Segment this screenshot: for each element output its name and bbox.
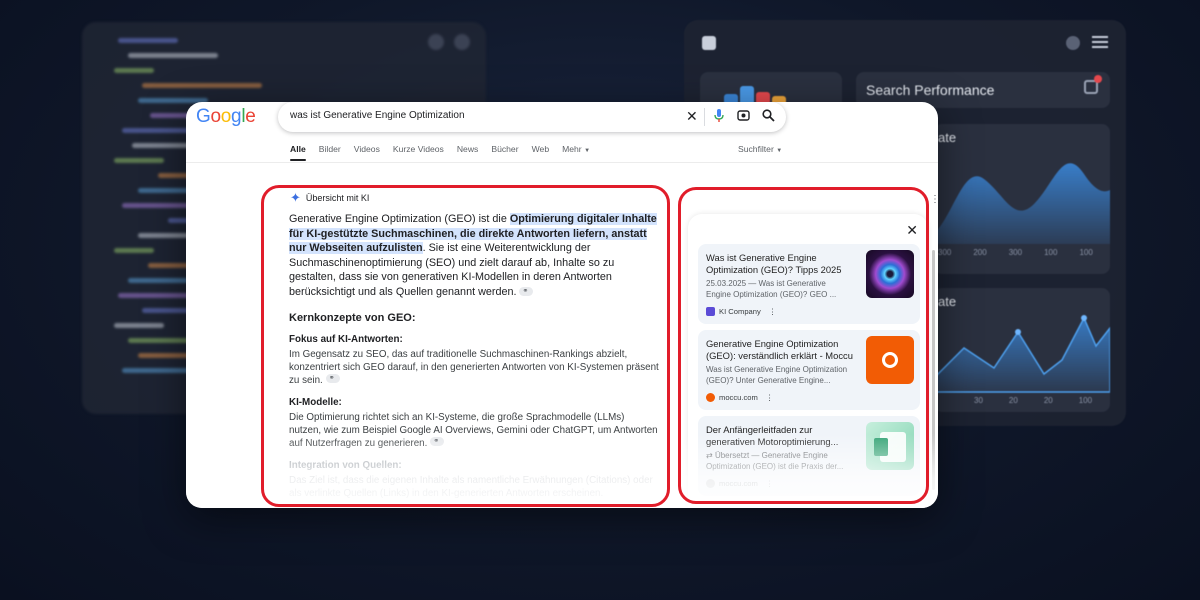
- chart-2-x-axis: 30 20 20 100: [974, 396, 1092, 405]
- camera-lens-icon[interactable]: [737, 109, 750, 125]
- code-line: [128, 53, 218, 58]
- axis-tick: 30: [974, 396, 983, 405]
- hamburger-menu-icon: [1092, 36, 1108, 48]
- logo-letter: g: [231, 106, 242, 127]
- axis-tick: 20: [1008, 396, 1018, 405]
- chevron-down-icon: ▼: [584, 148, 591, 154]
- code-line: [118, 38, 178, 43]
- editor-control-icon: [454, 34, 470, 50]
- tab-web[interactable]: Web: [532, 144, 550, 161]
- tab-all[interactable]: Alle: [290, 144, 306, 161]
- code-line: [132, 143, 192, 148]
- search-bar[interactable]: was ist Generative Engine Optimization ✕: [278, 102, 786, 132]
- search-input[interactable]: was ist Generative Engine Optimization: [290, 110, 465, 121]
- search-filter-button[interactable]: Suchfilter ▼: [738, 144, 782, 154]
- search-divider: [704, 108, 705, 126]
- logo-letter: e: [245, 106, 256, 127]
- area-chart-card-2: ate 30 20 20 100: [934, 288, 1110, 412]
- tab-short-videos[interactable]: Kurze Videos: [393, 144, 444, 161]
- sources-highlight-box: [678, 187, 929, 504]
- ai-overview-highlight-box: [261, 185, 670, 507]
- search-tabs: Alle Bilder Videos Kurze Videos News Büc…: [290, 144, 590, 161]
- code-line: [128, 278, 188, 283]
- code-line: [142, 83, 262, 88]
- axis-tick: 200: [973, 248, 987, 257]
- logo-letter: G: [196, 106, 211, 127]
- axis-tick: 300: [1008, 248, 1023, 257]
- logo-letter: o: [220, 106, 232, 127]
- area-chart-card-1: ate 300 200 300 100 100: [934, 124, 1110, 274]
- area-chart-2: [934, 315, 1110, 393]
- code-line: [122, 203, 192, 208]
- editor-window-controls: [428, 34, 470, 50]
- more-options-icon[interactable]: ⋮: [930, 194, 938, 205]
- tab-images[interactable]: Bilder: [319, 144, 341, 161]
- message-icon: [1084, 75, 1102, 94]
- axis-tick: 100: [1079, 248, 1093, 257]
- search-filter-label: Suchfilter: [738, 144, 774, 154]
- chart-1-x-axis: 300 200 300 100 100: [938, 248, 1093, 257]
- tab-more[interactable]: Mehr ▼: [562, 144, 590, 161]
- tabs-divider: [186, 162, 938, 163]
- search-icon[interactable]: [762, 109, 775, 125]
- chevron-down-icon: ▼: [776, 148, 783, 154]
- notification-icon: [1066, 36, 1080, 50]
- search-performance-title: Search Performance: [866, 82, 995, 98]
- code-line: [114, 68, 154, 73]
- tab-news[interactable]: News: [457, 144, 479, 161]
- code-line: [114, 323, 164, 328]
- axis-tick: 100: [1078, 396, 1093, 405]
- tab-books[interactable]: Bücher: [491, 144, 518, 161]
- axis-tick: 300: [938, 248, 952, 257]
- tab-more-label: Mehr: [562, 144, 582, 154]
- editor-control-icon: [428, 34, 444, 50]
- code-line: [114, 158, 164, 163]
- dashboard-logo-icon: [702, 36, 716, 50]
- axis-tick: 20: [1043, 396, 1053, 405]
- axis-tick: 100: [1044, 248, 1058, 257]
- clear-icon[interactable]: ✕: [686, 109, 698, 123]
- logo-letter: o: [210, 106, 221, 127]
- microphone-icon[interactable]: [714, 109, 724, 126]
- code-line: [114, 248, 154, 253]
- sources-scrollbar[interactable]: [932, 250, 935, 490]
- google-logo[interactable]: Google: [196, 106, 256, 128]
- tab-videos[interactable]: Videos: [354, 144, 380, 161]
